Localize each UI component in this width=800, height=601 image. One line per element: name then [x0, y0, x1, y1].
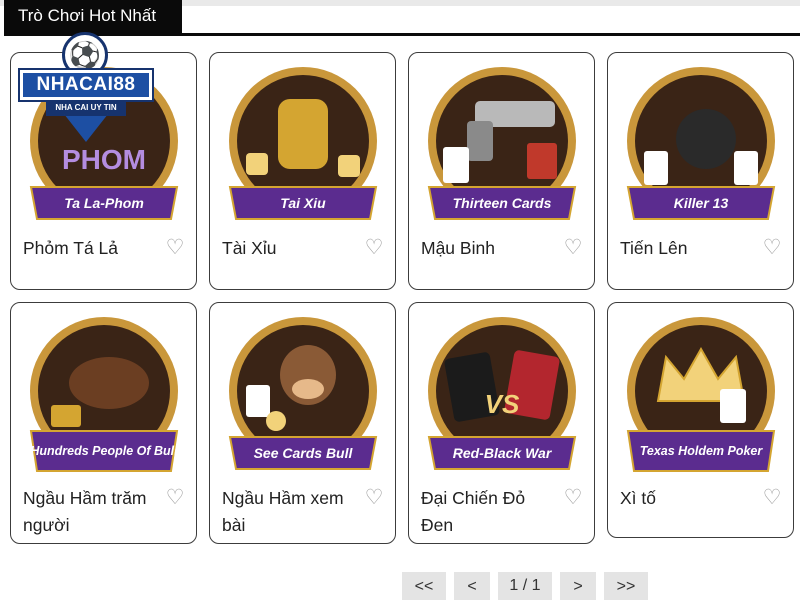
game-card-hundreds-people-of-bull[interactable]: Hundreds People Of Bull Ngầu Hầm trăm ng…: [10, 302, 197, 544]
logo-slogan: NHA CAI UY TIN: [46, 100, 126, 116]
section-title: Trò Chơi Hot Nhất: [4, 0, 182, 34]
page-indicator: 1 / 1: [498, 572, 552, 600]
heart-outline-icon[interactable]: ♡: [363, 237, 385, 259]
game-title[interactable]: Tài Xỉu: [222, 235, 362, 262]
game-title[interactable]: Ngầu Hầm trăm người: [23, 485, 163, 539]
game-thumbnail[interactable]: Hundreds People Of Bull: [17, 309, 191, 481]
art-label: VS: [485, 389, 520, 419]
game-thumbnail[interactable]: Killer 13: [614, 59, 788, 231]
banner-label: Texas Holdem Poker: [640, 444, 764, 458]
game-thumbnail[interactable]: VS Red-Black War: [415, 309, 589, 481]
game-thumbnail[interactable]: Thirteen Cards: [415, 59, 589, 231]
game-thumbnail[interactable]: Texas Holdem Poker: [614, 309, 788, 481]
game-card-thirteen-cards[interactable]: Thirteen Cards Mậu Binh ♡: [408, 52, 595, 290]
brand-logo: ⚽ NHACAI88 NHA CAI UY TIN: [18, 32, 154, 142]
game-card-red-black-war[interactable]: VS Red-Black War Đại Chiến Đỏ Đen ♡: [408, 302, 595, 544]
game-title[interactable]: Xì tố: [620, 485, 760, 512]
game-art: Texas Holdem Poker: [626, 317, 776, 472]
heart-outline-icon[interactable]: ♡: [761, 487, 783, 509]
game-title[interactable]: Đại Chiến Đỏ Đen: [421, 485, 561, 539]
banner-label: Tai Xiu: [280, 195, 326, 211]
prev-page-button[interactable]: <: [454, 572, 490, 600]
art-label: PHOM: [62, 144, 146, 175]
game-art: Killer 13: [626, 67, 776, 220]
banner-label: Hundreds People Of Bull: [30, 444, 178, 458]
banner-label: Red-Black War: [453, 445, 553, 461]
game-art: Hundreds People Of Bull: [29, 317, 179, 472]
heart-outline-icon[interactable]: ♡: [164, 487, 186, 509]
heart-outline-icon[interactable]: ♡: [761, 237, 783, 259]
heart-outline-icon[interactable]: ♡: [363, 487, 385, 509]
game-card-killer-13[interactable]: Killer 13 Tiến Lên ♡: [607, 52, 794, 290]
game-title[interactable]: Tiến Lên: [620, 235, 760, 262]
heart-outline-icon[interactable]: ♡: [164, 237, 186, 259]
game-title[interactable]: Phỏm Tá Lả: [23, 235, 163, 262]
banner-label: Ta La-Phom: [64, 195, 144, 211]
banner-label: See Cards Bull: [254, 445, 354, 461]
game-art: See Cards Bull: [228, 317, 378, 470]
game-card-tai-xiu[interactable]: Tai Xiu Tài Xỉu ♡: [209, 52, 396, 290]
shield-icon: [64, 114, 108, 142]
last-page-button[interactable]: >>: [604, 572, 648, 600]
game-card-texas-holdem[interactable]: Texas Holdem Poker Xì tố ♡: [607, 302, 794, 538]
first-page-button[interactable]: <<: [402, 572, 446, 600]
game-thumbnail[interactable]: See Cards Bull: [216, 309, 390, 481]
banner-label: Thirteen Cards: [453, 195, 552, 211]
game-art: VS Red-Black War: [427, 317, 577, 470]
next-page-button[interactable]: >: [560, 572, 596, 600]
game-title[interactable]: Mậu Binh: [421, 235, 561, 262]
game-art: Tai Xiu: [228, 67, 378, 220]
banner-label: Killer 13: [674, 195, 729, 211]
logo-text: NHACAI88: [20, 70, 152, 100]
game-title[interactable]: Ngầu Hầm xem bài: [222, 485, 362, 539]
game-card-see-cards-bull[interactable]: See Cards Bull Ngầu Hầm xem bài ♡: [209, 302, 396, 544]
heart-outline-icon[interactable]: ♡: [562, 237, 584, 259]
heart-outline-icon[interactable]: ♡: [562, 487, 584, 509]
game-thumbnail[interactable]: Tai Xiu: [216, 59, 390, 231]
game-art: Thirteen Cards: [427, 67, 577, 220]
